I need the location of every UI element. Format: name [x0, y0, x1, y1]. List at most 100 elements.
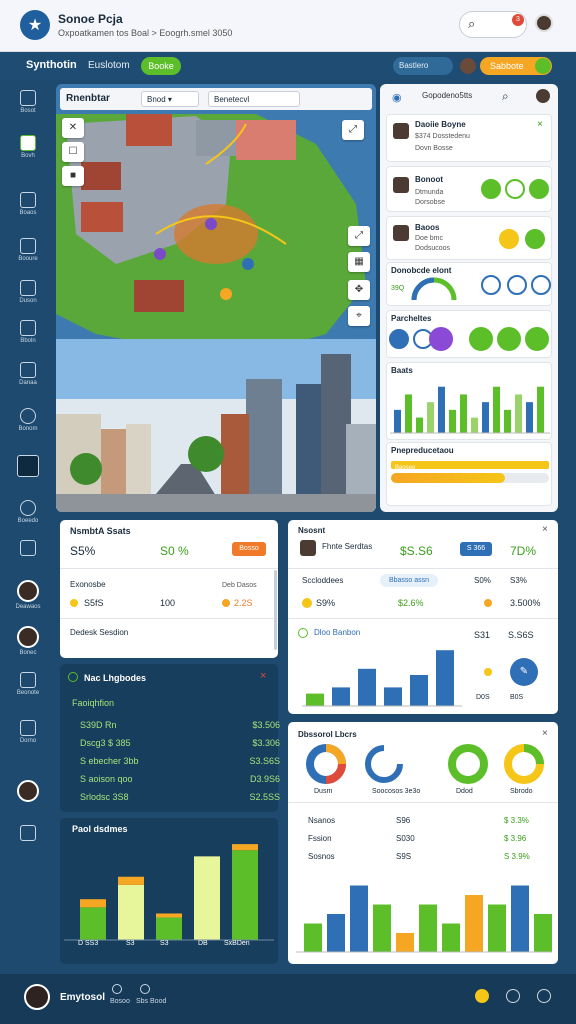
- row-value: S030: [396, 834, 415, 843]
- avatar[interactable]: [536, 89, 550, 103]
- close-icon[interactable]: ×: [542, 524, 548, 535]
- pen-icon[interactable]: ✎: [510, 658, 538, 686]
- panel-search[interactable]: ◉ Gopodeno5tts ⌕: [384, 87, 554, 107]
- chart-labels: D SS3 S3 S3 DB SxBDen: [60, 940, 278, 952]
- donut-label: Dusm: [314, 788, 333, 795]
- value-b: $2.6%: [398, 598, 424, 608]
- row-value: S0%: [474, 576, 491, 585]
- map-grid-button[interactable]: ▦: [348, 252, 370, 272]
- donut-stats-card: Dbssorol Lbcrs × Dusm Soocosos 3e3o Ddod…: [288, 722, 558, 964]
- section-value: S.S6S: [508, 630, 534, 640]
- settings-icon[interactable]: [531, 275, 551, 295]
- action-button[interactable]: Bosso: [232, 542, 266, 556]
- check-icon[interactable]: [525, 229, 545, 249]
- sidebar-item-reports[interactable]: Boaos: [6, 192, 50, 216]
- contact-card-3[interactable]: Baoos Doe bmc Dodsucoos: [386, 216, 552, 260]
- gamepad-icon[interactable]: [537, 989, 551, 1003]
- fan-icon[interactable]: [481, 275, 501, 295]
- message-icon[interactable]: [529, 179, 549, 199]
- monitor-icon: [20, 672, 36, 688]
- user-icon[interactable]: [507, 275, 527, 295]
- nav-toggle[interactable]: Sabbote: [480, 57, 552, 75]
- map-zoom-in-button[interactable]: ✕: [62, 118, 84, 138]
- close-icon[interactable]: ×: [542, 728, 548, 739]
- video-icon[interactable]: [505, 179, 525, 199]
- scrollbar[interactable]: [274, 570, 277, 650]
- list-item[interactable]: S ebecher 3bb S3.S6S: [80, 756, 280, 766]
- user-avatar[interactable]: [535, 14, 553, 32]
- sidebar-item-dashboard[interactable]: Bovh: [6, 135, 50, 159]
- leaf-icon[interactable]: [469, 327, 493, 351]
- map-legend-button[interactable]: ■: [62, 166, 84, 186]
- sidebar-item-monitor[interactable]: Beonote: [6, 672, 50, 696]
- map-filter-select[interactable]: Bnod ▾: [141, 91, 199, 107]
- app-logo-icon[interactable]: ★: [20, 10, 50, 40]
- list-item[interactable]: Dscg3 $ 385 $3.306: [80, 738, 280, 748]
- nav-title: Synthotin: [26, 59, 77, 71]
- dot-icon[interactable]: [497, 327, 521, 351]
- map-pin-button[interactable]: ⌖: [348, 306, 370, 326]
- sidebar-item-files[interactable]: Danaa: [6, 362, 50, 386]
- contact-card-1[interactable]: Daoiie Boyne $374 Dosstedenu Dovn Bosse …: [386, 114, 552, 162]
- row-label: Sccloddees: [302, 576, 344, 585]
- avatar[interactable]: [24, 984, 50, 1010]
- sidebar-item-chat[interactable]: [6, 455, 50, 477]
- map-layer-button[interactable]: ☐: [62, 142, 84, 162]
- star-icon[interactable]: [475, 989, 489, 1003]
- chart-bar: [493, 386, 500, 433]
- star-icon[interactable]: [499, 229, 519, 249]
- sidebar-user-2[interactable]: Bonec: [6, 626, 50, 656]
- sidebar-item-messages[interactable]: Boeedo: [6, 500, 50, 524]
- close-icon[interactable]: ×: [260, 670, 266, 682]
- sidebar-item-tags[interactable]: Booure: [6, 238, 50, 262]
- chart-bar-cap: [118, 876, 144, 885]
- list-item[interactable]: Srlodsc 3S8 S2.5SS: [80, 792, 280, 802]
- sidebar-item-list[interactable]: Bboln: [6, 320, 50, 344]
- call-icon[interactable]: [481, 179, 501, 199]
- panel-title: Nac Lhgbodes: [84, 673, 147, 683]
- chart-bar: [384, 687, 402, 706]
- section-value: D0S: [476, 694, 490, 701]
- list-item[interactable]: S aoison qoo D3.9S6: [80, 774, 280, 784]
- shield-icon[interactable]: [506, 989, 520, 1003]
- progress-card: Pnepreducetaou Baosee: [386, 442, 552, 506]
- close-icon[interactable]: ×: [537, 119, 543, 130]
- profile-tag[interactable]: S 366: [460, 542, 492, 556]
- sidebar-item-play[interactable]: [6, 825, 50, 841]
- contact-name: Daoiie Boyne: [415, 120, 466, 129]
- globe-icon: [140, 984, 150, 994]
- sidebar-user-1[interactable]: Deawaos: [6, 580, 50, 610]
- chat-icon: [17, 455, 39, 477]
- map-panel[interactable]: Rnenbtar Bnod ▾ Benetecvl ✕ ☐ ■ ⤢ ⤢ ▦ ✥ …: [56, 84, 376, 512]
- sphere-icon[interactable]: [429, 327, 453, 351]
- search-button[interactable]: ⌕ 3: [459, 11, 527, 38]
- contact-card-2[interactable]: Bonoot Dtmunda Dorsobse: [386, 166, 552, 212]
- map-view-select[interactable]: Benetecvl: [208, 91, 300, 107]
- filter-pill[interactable]: Bbasso assn: [380, 574, 438, 587]
- sidebar-item-send[interactable]: Dorno: [6, 720, 50, 744]
- coin-icon: [484, 668, 492, 676]
- status-dropdown[interactable]: Bastlero: [393, 57, 453, 75]
- panel-search-label: Gopodeno5tts: [422, 91, 473, 100]
- profile-stats-card: Nsosnt × Fhnte Serdtas $S.S6 S 366 7D% S…: [288, 520, 558, 714]
- sidebar-item-charts[interactable]: [6, 540, 50, 556]
- sidebar-item-edit[interactable]: Duson: [6, 280, 50, 304]
- tab-main[interactable]: Euslotom: [88, 60, 130, 71]
- row-label: Sosnos: [308, 852, 335, 861]
- row-value: S96: [396, 816, 411, 825]
- map-fullscreen-button[interactable]: ⤢: [348, 226, 370, 246]
- location-icon[interactable]: [389, 329, 409, 349]
- sidebar-item-settings[interactable]: Bonom: [6, 408, 50, 432]
- nav-pill-button[interactable]: Booke: [141, 57, 181, 75]
- map-pan-button[interactable]: ✥: [348, 280, 370, 300]
- item-value: S2.5SS: [249, 792, 280, 802]
- chart-bar: [306, 693, 324, 706]
- sidebar-user-3[interactable]: [6, 780, 50, 802]
- sidebar-item-home[interactable]: Bosot: [6, 90, 50, 114]
- divider: [288, 802, 558, 803]
- list-item[interactable]: S39D Rn $3.506: [80, 720, 280, 730]
- map-expand-button[interactable]: ⤢: [342, 120, 364, 140]
- refresh-icon[interactable]: [525, 327, 549, 351]
- profile-value-1: $S.S6: [400, 544, 433, 558]
- nav-avatar[interactable]: [460, 58, 476, 74]
